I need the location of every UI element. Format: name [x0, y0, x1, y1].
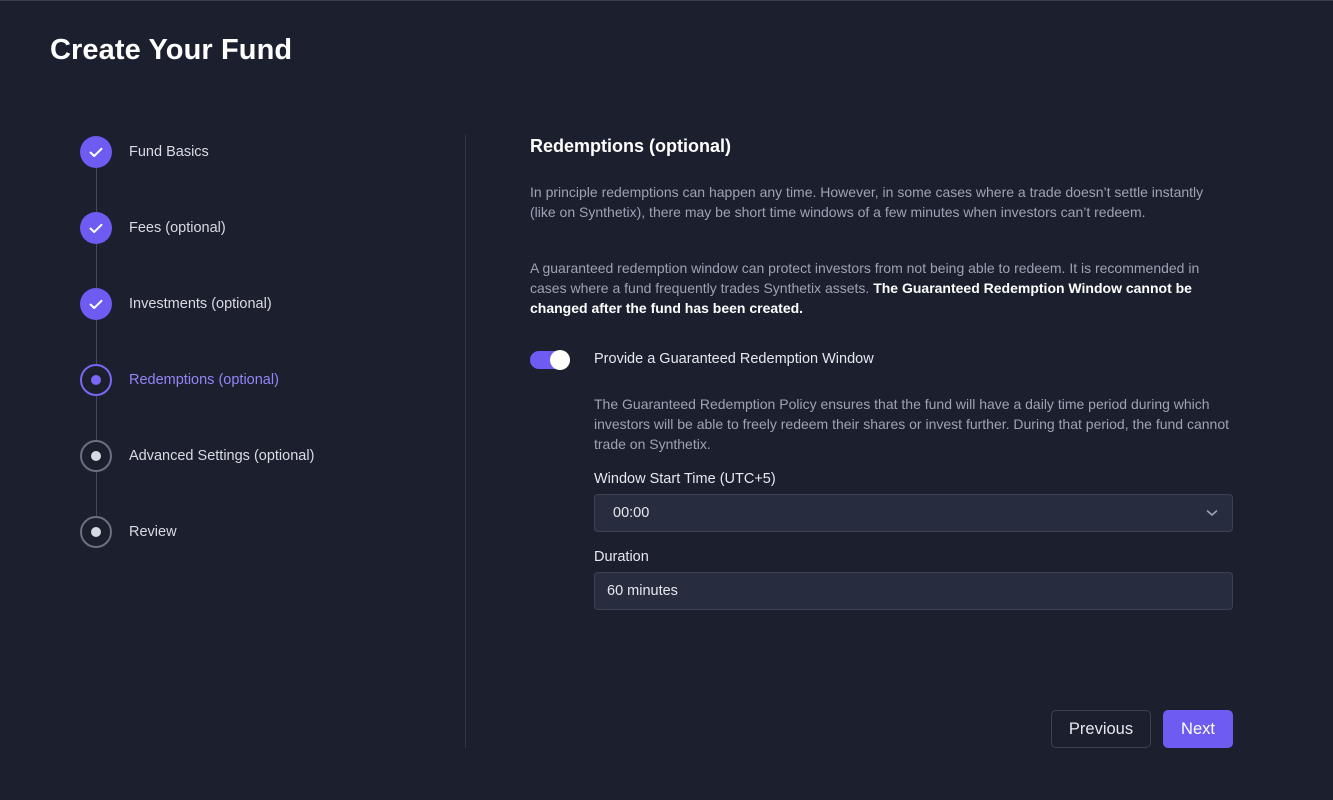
step-redemptions[interactable]: Redemptions (optional) [80, 364, 279, 396]
step-label: Review [129, 524, 177, 540]
recommendation-text: A guaranteed redemption window can prote… [530, 258, 1230, 318]
step-connector [96, 320, 97, 364]
current-step-icon [80, 364, 112, 396]
step-connector [96, 472, 97, 516]
chevron-down-icon [1206, 510, 1218, 516]
start-time-select[interactable]: 00:00 [594, 494, 1233, 532]
step-label: Redemptions (optional) [129, 372, 279, 388]
check-icon [80, 212, 112, 244]
step-fees[interactable]: Fees (optional) [80, 212, 226, 244]
step-label: Investments (optional) [129, 296, 272, 312]
top-border [0, 0, 1333, 1]
step-connector [96, 244, 97, 288]
step-investments[interactable]: Investments (optional) [80, 288, 272, 320]
previous-button[interactable]: Previous [1051, 710, 1151, 748]
intro-text: In principle redemptions can happen any … [530, 184, 1204, 220]
step-label: Advanced Settings (optional) [129, 448, 315, 464]
duration-value: 60 minutes [607, 583, 678, 599]
duration-label: Duration [594, 549, 649, 565]
step-review[interactable]: Review [80, 516, 177, 548]
start-time-value: 00:00 [613, 505, 650, 521]
section-title: Redemptions (optional) [530, 136, 731, 156]
step-advanced-settings[interactable]: Advanced Settings (optional) [80, 440, 314, 472]
page-title: Create Your Fund [50, 34, 293, 66]
step-label: Fees (optional) [129, 220, 226, 236]
start-time-label: Window Start Time (UTC+5) [594, 471, 776, 487]
next-button[interactable]: Next [1163, 710, 1233, 748]
vertical-divider [465, 135, 466, 748]
guaranteed-window-toggle[interactable] [530, 350, 570, 370]
policy-description: The Guaranteed Redemption Policy ensures… [594, 396, 1230, 452]
step-fund-basics[interactable]: Fund Basics [80, 136, 209, 168]
upcoming-step-icon [80, 440, 112, 472]
duration-input[interactable]: 60 minutes [594, 572, 1233, 610]
step-connector [96, 168, 97, 212]
toggle-knob [550, 350, 570, 370]
toggle-label: Provide a Guaranteed Redemption Window [594, 351, 874, 367]
check-icon [80, 288, 112, 320]
check-icon [80, 136, 112, 168]
step-connector [96, 396, 97, 440]
upcoming-step-icon [80, 516, 112, 548]
step-label: Fund Basics [129, 144, 209, 160]
